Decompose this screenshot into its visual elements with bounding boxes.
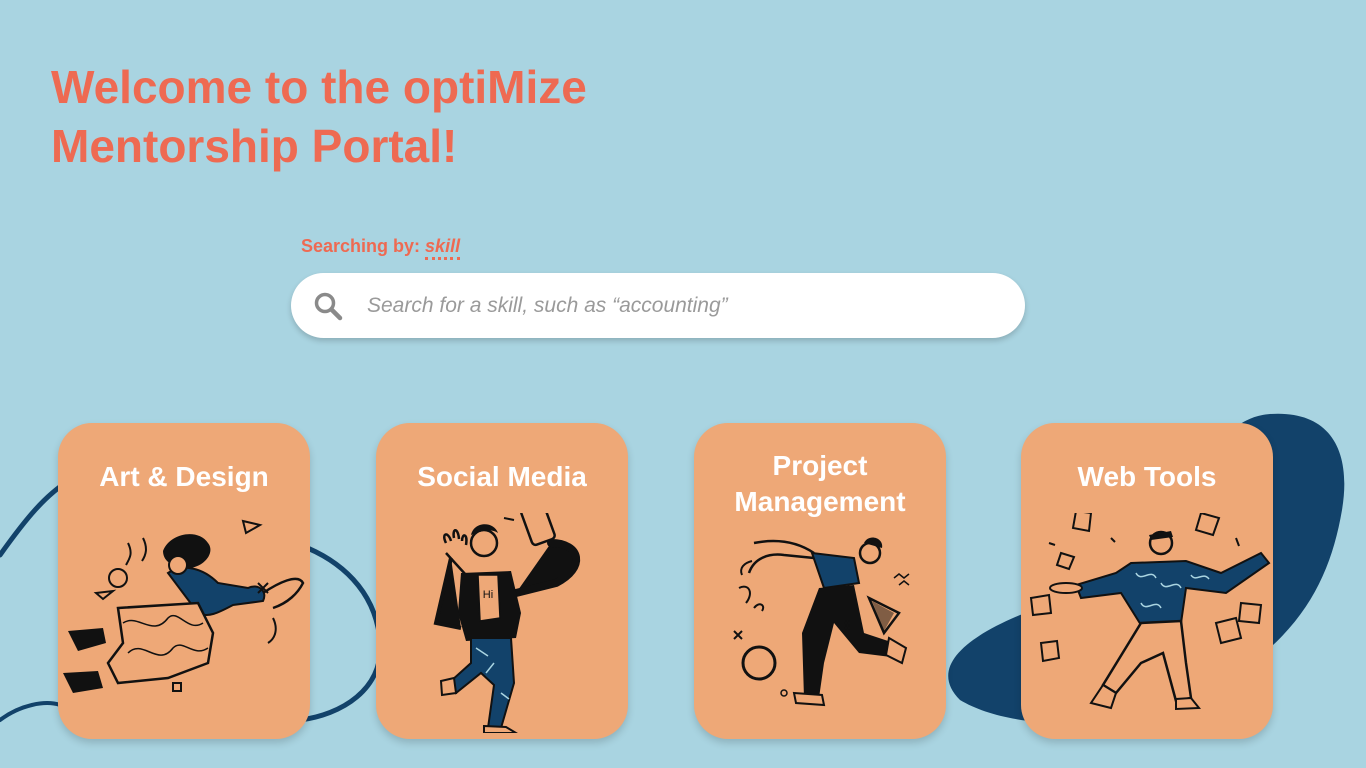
category-card-title: Web Tools bbox=[1077, 461, 1217, 492]
search-mode-label: Searching by: skill bbox=[301, 236, 461, 260]
category-card-title-line1: Project bbox=[772, 450, 868, 481]
category-card-art-design[interactable]: Art & Design bbox=[58, 423, 310, 739]
falling-artist-illustration bbox=[63, 519, 305, 693]
juggling-shapes-illustration bbox=[733, 537, 910, 707]
category-card-project-management[interactable]: Project Management bbox=[694, 423, 946, 739]
page-title-line2: Mentorship Portal! bbox=[51, 120, 458, 172]
search-mode-toggle[interactable]: skill bbox=[425, 236, 461, 260]
page-title: Welcome to the optiMize Mentorship Porta… bbox=[51, 58, 671, 176]
category-card-title: Art & Design bbox=[99, 461, 269, 492]
search-input[interactable] bbox=[365, 284, 989, 327]
svg-text:Hi: Hi bbox=[483, 589, 493, 601]
page-title-line1: Welcome to the optiMize bbox=[51, 61, 587, 113]
search-icon[interactable] bbox=[311, 289, 345, 323]
flying-papers-illustration bbox=[1029, 513, 1271, 711]
category-card-title: Project Management bbox=[694, 448, 946, 520]
search-bar[interactable] bbox=[291, 273, 1025, 338]
category-card-social-media[interactable]: Social Media Hi bbox=[376, 423, 628, 739]
selfie-person-illustration: Hi bbox=[433, 513, 580, 733]
category-card-web-tools[interactable]: Web Tools bbox=[1021, 423, 1273, 739]
search-mode-prefix: Searching by: bbox=[301, 236, 421, 256]
category-card-title: Social Media bbox=[417, 461, 587, 492]
